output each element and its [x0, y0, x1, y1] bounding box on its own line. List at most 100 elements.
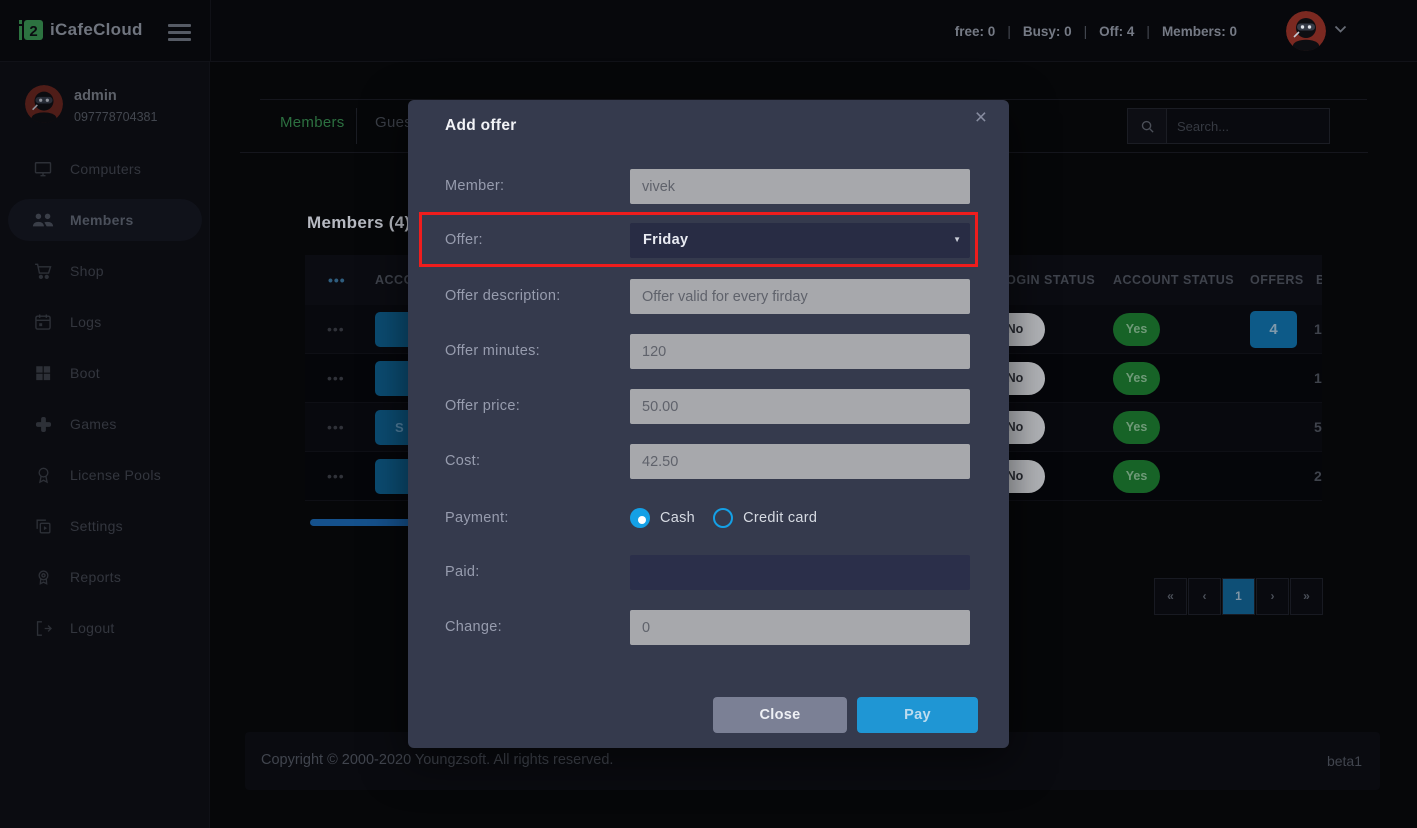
pagination: « ‹ 1 › » [1154, 578, 1324, 615]
sidebar-user-name: admin [74, 88, 117, 104]
offer-field-row: Offer: Friday ▼ [408, 223, 1009, 258]
offer-minutes-field-row: Offer minutes: [408, 334, 1009, 369]
member-field-row: Member: [408, 169, 1009, 204]
members-icon [32, 209, 54, 231]
account-status-badge: Yes [1113, 411, 1160, 444]
sidebar-item-label: Computers [70, 161, 141, 177]
tab-members[interactable]: Members [280, 114, 345, 131]
pagination-next[interactable]: › [1256, 578, 1289, 615]
hamburger-menu-icon[interactable] [168, 24, 191, 45]
brand-logo[interactable]: 2 iCafeCloud [18, 17, 143, 43]
sidebar: admin 097778704381 Computers Members Sho… [0, 62, 210, 828]
search-input[interactable] [1167, 108, 1330, 144]
search-icon[interactable] [1127, 108, 1167, 144]
sidebar-user-avatar[interactable] [25, 85, 63, 123]
clipped-cell-value: 5 [1314, 403, 1322, 452]
sidebar-user-phone: 097778704381 [74, 110, 157, 124]
copyright-text: Copyright © 2000-2020 Youngzsoft. All ri… [261, 752, 613, 768]
clipped-column-header: B [1316, 255, 1322, 305]
sidebar-item-license-pools[interactable]: License Pools [8, 454, 202, 496]
cost-input [630, 444, 970, 479]
select-dropdown-arrow-icon: ▼ [953, 235, 961, 244]
session-status-bar: free: 0 | Busy: 0 | Off: 4 | Members: 0 [955, 0, 1237, 62]
member-input [630, 169, 970, 204]
topbar: 2 iCafeCloud free: 0 | Busy: 0 | Off: 4 … [0, 0, 1417, 62]
login-status-column-header: LOGIN STATUS [998, 255, 1095, 305]
search-box [1127, 108, 1330, 144]
status-members-label: Members: [1162, 24, 1226, 39]
paid-input[interactable] [630, 555, 970, 590]
row-actions-menu[interactable]: ••• [327, 305, 345, 354]
status-separator: | [1084, 24, 1088, 39]
status-separator: | [1007, 24, 1011, 39]
add-offer-modal: Add offer × Member: Offer: Friday ▼ Offe… [408, 100, 1009, 748]
status-members-value: 0 [1229, 24, 1237, 39]
offers-count-badge[interactable]: 4 [1250, 311, 1297, 348]
account-status-badge: Yes [1113, 362, 1160, 395]
clipped-cell-value: 1 [1314, 354, 1322, 403]
close-button[interactable]: Close [713, 697, 847, 733]
offer-minutes-input [630, 334, 970, 369]
sidebar-item-label: Boot [70, 365, 100, 381]
sidebar-item-shop[interactable]: Shop [8, 250, 202, 292]
clipped-cell-value: 1 [1314, 305, 1322, 354]
row-actions-menu[interactable]: ••• [327, 452, 345, 501]
layers-icon [32, 515, 54, 537]
pagination-last[interactable]: » [1290, 578, 1323, 615]
credit-card-option-label: Credit card [743, 510, 817, 526]
sidebar-item-boot[interactable]: Boot [8, 352, 202, 394]
offer-description-field-row: Offer description: [408, 279, 1009, 314]
sidebar-item-label: Logs [70, 314, 102, 330]
sidebar-item-settings[interactable]: Settings [8, 505, 202, 547]
pagination-prev[interactable]: ‹ [1188, 578, 1221, 615]
sidebar-item-games[interactable]: Games [8, 403, 202, 445]
sidebar-item-computers[interactable]: Computers [8, 148, 202, 190]
status-busy-value: 0 [1064, 24, 1072, 39]
offer-select[interactable]: Friday ▼ [630, 223, 970, 258]
status-free-label: free: [955, 24, 984, 39]
offer-price-label: Offer price: [445, 389, 520, 424]
chevron-down-icon[interactable] [1334, 25, 1347, 34]
ninja-avatar-icon [1286, 11, 1326, 51]
topbar-divider [210, 0, 211, 62]
logout-icon [32, 617, 54, 639]
gamepad-icon [32, 413, 54, 435]
status-off-value: 4 [1127, 24, 1135, 39]
account-status-column-header: ACCOUNT STATUS [1113, 255, 1234, 305]
radio-checked-icon[interactable] [630, 508, 650, 528]
row-actions-menu[interactable]: ••• [327, 354, 345, 403]
status-busy-label: Busy: [1023, 24, 1061, 39]
sidebar-item-label: Shop [70, 263, 104, 279]
sidebar-item-label: Logout [70, 620, 115, 636]
sidebar-item-label: License Pools [70, 467, 161, 483]
badge-icon [32, 464, 54, 486]
payment-field-row: Payment: Cash Credit card [408, 506, 1009, 530]
cash-option-label: Cash [660, 510, 695, 526]
payment-option-cash[interactable]: Cash [630, 508, 695, 528]
sidebar-item-reports[interactable]: Reports [8, 556, 202, 598]
radio-unchecked-icon[interactable] [713, 508, 733, 528]
sidebar-item-label: Settings [70, 518, 123, 534]
sidebar-item-logs[interactable]: Logs [8, 301, 202, 343]
calendar-icon [32, 311, 54, 333]
payment-option-credit-card[interactable]: Credit card [713, 508, 817, 528]
modal-title: Add offer [445, 117, 517, 135]
sidebar-item-logout[interactable]: Logout [8, 607, 202, 649]
cost-label: Cost: [445, 444, 480, 479]
offer-price-input [630, 389, 970, 424]
status-free-value: 0 [988, 24, 996, 39]
payment-label: Payment: [445, 506, 509, 530]
modal-close-icon[interactable]: × [975, 106, 987, 130]
pagination-first[interactable]: « [1154, 578, 1187, 615]
change-field-row: Change: [408, 610, 1009, 645]
pay-button[interactable]: Pay [857, 697, 978, 733]
sidebar-item-members[interactable]: Members [8, 199, 202, 241]
pagination-page-1[interactable]: 1 [1222, 578, 1255, 615]
offer-description-input [630, 279, 970, 314]
user-avatar[interactable] [1286, 11, 1326, 51]
page-title: Members (4) [307, 213, 410, 233]
offer-description-label: Offer description: [445, 279, 561, 314]
tab-divider [356, 108, 357, 144]
cost-field-row: Cost: [408, 444, 1009, 479]
row-actions-menu[interactable]: ••• [327, 403, 345, 452]
